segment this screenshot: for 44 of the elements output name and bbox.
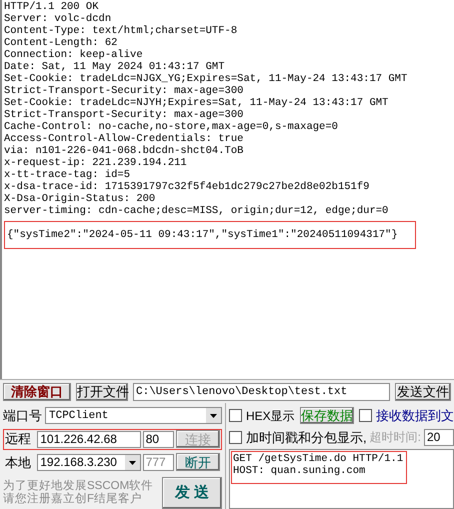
connect-button[interactable]: 断开: [176, 453, 220, 472]
save-data-button[interactable]: 保存数据: [300, 407, 354, 424]
promo-text: 为了更好地发展SSCOM软件: [3, 480, 154, 492]
promo-text: 请您注册嘉立创F结尾客户: [3, 493, 144, 506]
timeout-label: 超时时间:: [370, 429, 421, 446]
checkbox-label: HEX显示: [246, 408, 295, 425]
response-line: Strict-Transport-Security: max-age=300: [4, 85, 244, 97]
response-line: Date: Sat, 11 May 2024 01:43:17 GMT: [4, 61, 225, 73]
local-label: 本地: [5, 454, 32, 472]
response-line: X-Dsa-Origin-Status: 200: [4, 193, 156, 205]
response-line: server-timing: cdn-cache;desc=MISS, origin;dur=12, edge;dur=0: [4, 205, 388, 217]
remote-port-field[interactable]: 80: [142, 430, 174, 448]
request-line: HOST: quan.suning.com: [233, 465, 366, 477]
send-text-area[interactable]: GET /getSysTime.do HTTP/1.1 HOST: quan.suning.com: [229, 449, 454, 509]
response-line: x-tt-trace-tag: id=5: [4, 169, 130, 181]
response-line: via: n101-226-041-068.bdcdn-shct04.ToB: [4, 145, 244, 157]
response-line: Cache-Control: no-cache,no-store,max-age=0,s-maxage=0: [4, 121, 338, 133]
remote-label: 远程: [5, 430, 32, 448]
response-line: x-request-ip: 221.239.194.211: [4, 157, 187, 169]
clear-window-button[interactable]: 清除窗口: [3, 382, 71, 401]
file-path-field[interactable]: C:\Users\lenovo\Desktop\test.txt: [133, 382, 390, 401]
send-file-button[interactable]: 发送文件: [395, 382, 451, 401]
response-line: Content-Length: 62: [4, 37, 118, 49]
response-line: Access-Control-Allow-Credentials: true: [4, 133, 244, 145]
response-line: Connection: keep-alive: [4, 49, 143, 61]
response-line: Set-Cookie: tradeLdc=NJYH;Expires=Sat, 11-May-24 13:43:17 GMT: [4, 97, 388, 109]
response-line: Content-Type: text/html;charset=UTF-8: [4, 25, 238, 37]
checkbox-label: 加时间戳和分包显示,: [246, 428, 367, 446]
checkbox-label: 接收数据到文: [376, 407, 454, 425]
response-line: HTTP/1.1 200 OK: [4, 1, 99, 13]
response-body: {"sysTime2":"2024-05-11 09:43:17","sysTime1":"20240511094317"}: [7, 229, 398, 241]
response-line: Set-Cookie: tradeLdc=NJGX_YG;Expires=Sat, 11-May-24 13:43:17 GMT: [4, 73, 408, 85]
response-line: x-dsa-trace-id: 1715391797c32f5f4eb1dc279c27be2d8e02b151f9: [4, 181, 370, 193]
port-select[interactable]: TCPClient: [45, 407, 222, 424]
timeout-field[interactable]: 20: [424, 428, 454, 446]
open-file-button[interactable]: 打开文件: [76, 382, 128, 401]
response-line: Strict-Transport-Security: max-age=300: [4, 109, 244, 121]
send-button[interactable]: 发 送: [162, 477, 222, 509]
local-ip-field[interactable]: 192.168.3.230: [37, 454, 141, 471]
local-port-field[interactable]: 777: [142, 454, 174, 471]
port-label: 端口号: [3, 407, 43, 425]
request-line: GET /getSysTime.do HTTP/1.1: [233, 453, 404, 465]
response-line: Server: volc-dcdn: [4, 13, 112, 25]
remote-ip-field[interactable]: 101.226.42.68: [37, 430, 141, 448]
